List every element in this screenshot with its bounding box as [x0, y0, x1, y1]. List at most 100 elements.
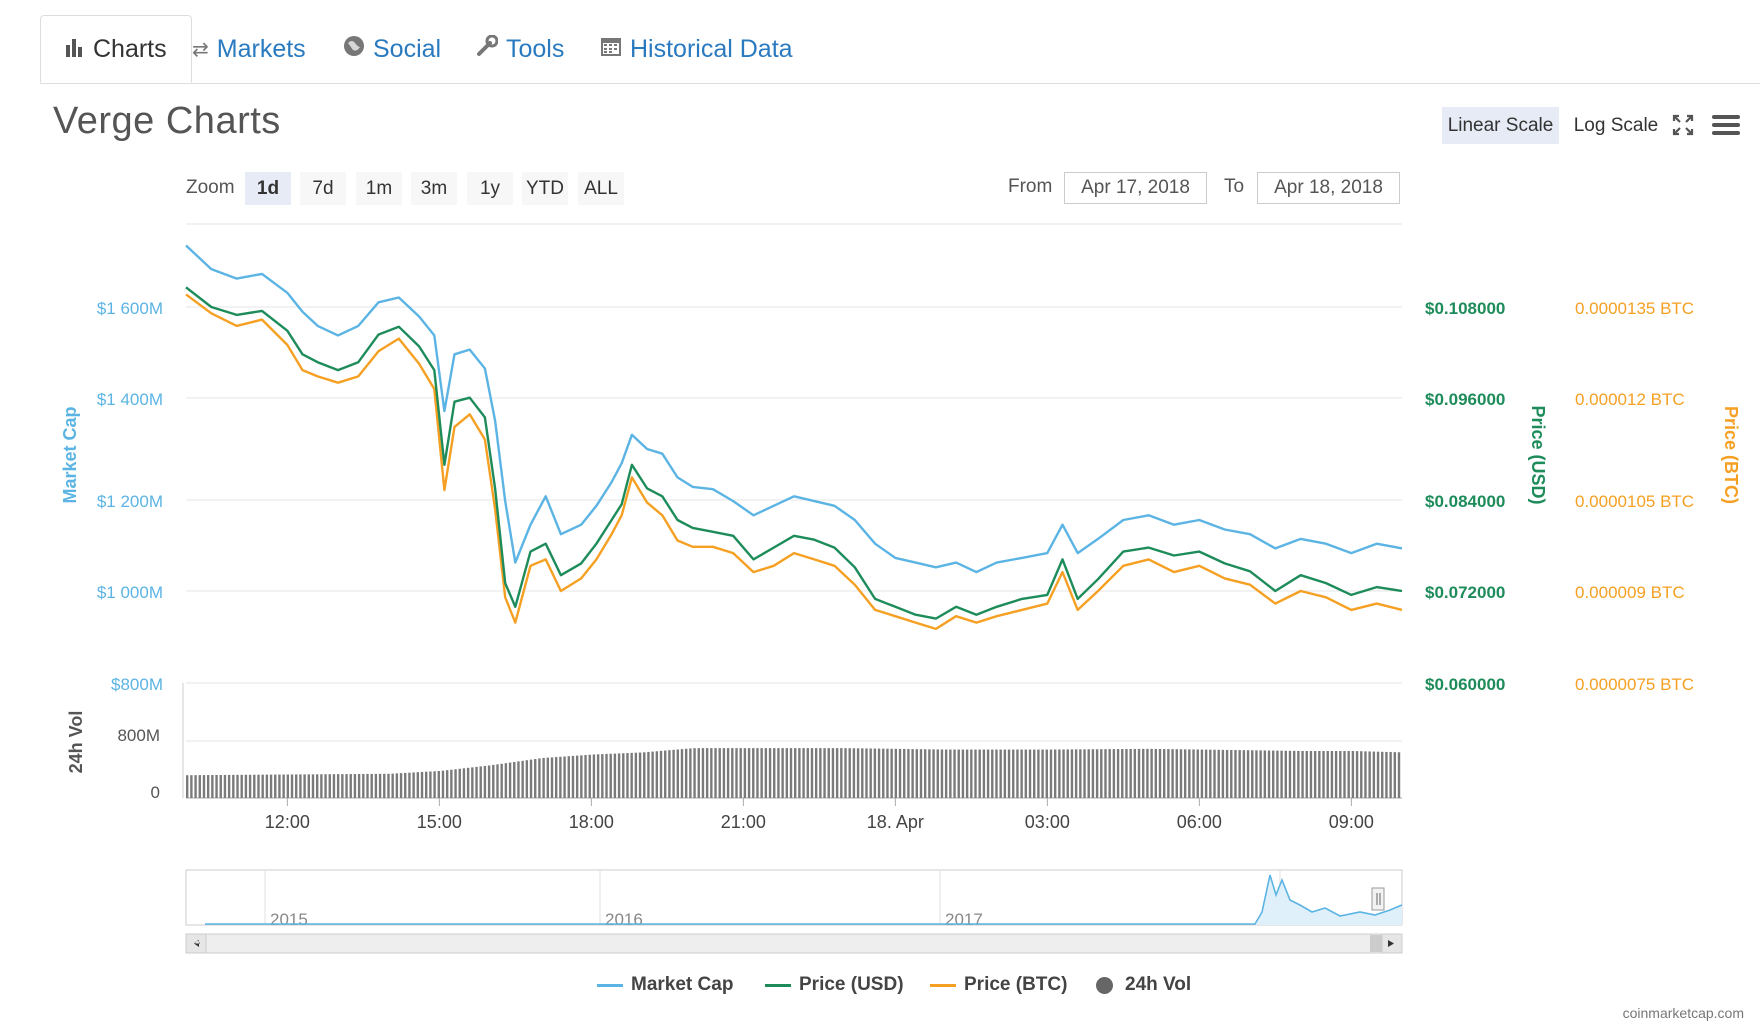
volume-bar [1230, 749, 1233, 798]
price-usd-tick-label: $0.072000 [1425, 583, 1505, 602]
volume-bar [601, 754, 604, 798]
x-tick-label: 21:00 [721, 812, 766, 832]
price-usd-axis-title: Price (USD) [1528, 405, 1548, 504]
volume-bar [1347, 750, 1350, 798]
volume-bar [244, 774, 248, 798]
volume-bar [219, 774, 222, 798]
volume-bar [726, 748, 730, 798]
volume-bar [1074, 749, 1078, 798]
x-tick-label: 18:00 [569, 812, 614, 832]
volume-bar [823, 748, 826, 798]
volume-bar [794, 748, 797, 798]
x-tick-label: 09:00 [1329, 812, 1374, 832]
legend-label: Price (USD) [799, 974, 904, 995]
volume-bar [605, 753, 608, 798]
market-cap-tick-label: $1 200M [97, 492, 163, 511]
volume-bar [1150, 748, 1153, 798]
volume-bar [701, 748, 705, 798]
volume-bar [1397, 752, 1401, 798]
volume-bar [492, 764, 495, 798]
volume-bar [1313, 750, 1317, 798]
volume-bar [353, 774, 357, 798]
volume-bar [1070, 749, 1074, 798]
legend-market-cap[interactable]: Market Cap [597, 972, 733, 998]
volume-bar [1095, 749, 1099, 798]
volume-bar [1171, 749, 1174, 798]
volume-bar [1343, 750, 1346, 798]
volume-bar [1242, 750, 1246, 798]
volume-bar [1393, 752, 1397, 798]
volume-bar [1179, 749, 1183, 798]
volume-bar [1355, 751, 1359, 798]
volume-bar [659, 750, 663, 798]
market-cap-tick-label: $800M [111, 675, 163, 694]
volume-bar [873, 748, 877, 798]
volume-bar [588, 754, 591, 798]
x-tick-label: 15:00 [417, 812, 462, 832]
volume-bar [575, 755, 579, 798]
volume-bar [508, 762, 512, 798]
volume-bar [1330, 750, 1334, 798]
price-usd-swatch [765, 983, 791, 987]
navigator-year-label: 2015 [270, 910, 308, 929]
market-cap-axis-title: Market Cap [60, 406, 80, 503]
volume-bar [643, 752, 646, 798]
volume-bar [236, 774, 239, 798]
market-cap-tick-label: $1 400M [97, 390, 163, 409]
price-usd-line [185, 286, 1403, 620]
market-cap-tick-label: $1 000M [97, 583, 163, 602]
volume-bar [311, 774, 315, 798]
volume-bar [982, 749, 986, 798]
volume-bar [1364, 751, 1367, 798]
volume-bar [584, 755, 587, 798]
volume-bar [923, 749, 927, 798]
volume-bar [529, 759, 533, 798]
volume-bar [198, 775, 201, 798]
volume-bar [1100, 749, 1103, 798]
price-btc-tick-label: 0.000012 BTC [1575, 390, 1685, 409]
volume-bar [1297, 750, 1300, 798]
volume-bar [1200, 749, 1204, 798]
volume-bar [1104, 749, 1107, 798]
volume-bar [1326, 750, 1329, 798]
volume-bar [374, 773, 378, 798]
volume-bar [1389, 752, 1392, 798]
volume-bar [1142, 748, 1145, 798]
legend-price-usd[interactable]: Price (USD) [765, 972, 904, 998]
volume-bar [865, 748, 868, 798]
volume-bar [1288, 750, 1292, 798]
price-btc-swatch [930, 983, 956, 987]
volume-bar [227, 774, 231, 798]
volume-bar [1376, 751, 1380, 798]
volume-bar [479, 766, 482, 798]
volume-bar [731, 748, 734, 798]
volume-bar [970, 749, 973, 798]
volume-bar [756, 748, 759, 798]
volume-bar [911, 749, 914, 798]
volume-bar [274, 774, 277, 798]
volume-bar [953, 749, 956, 798]
volume-bar [458, 768, 461, 798]
volume-bar [190, 775, 193, 798]
volume-bar [693, 748, 696, 798]
volume-bar [462, 768, 466, 798]
volume-bar [1066, 749, 1069, 798]
volume-bar [819, 748, 822, 798]
volume-bar [307, 774, 310, 798]
volume-bar [609, 753, 612, 798]
volume-bar [202, 775, 206, 798]
volume-bar [1381, 751, 1384, 798]
legend-24h-vol[interactable]: 24h Vol [1096, 972, 1191, 998]
legend-price-btc[interactable]: Price (BTC) [930, 972, 1067, 998]
credit-link[interactable]: coinmarketcap.com [1623, 1005, 1744, 1021]
volume-bar [680, 749, 684, 798]
volume-bar [718, 748, 721, 798]
volume-bar [554, 757, 558, 798]
volume-bar [487, 765, 491, 798]
volume-bar [357, 773, 361, 798]
volume-bar [324, 774, 327, 798]
volume-bar [1318, 750, 1321, 798]
volume-bar [332, 774, 336, 798]
legend-label: Price (BTC) [964, 974, 1068, 995]
volume-bar [1217, 749, 1220, 798]
